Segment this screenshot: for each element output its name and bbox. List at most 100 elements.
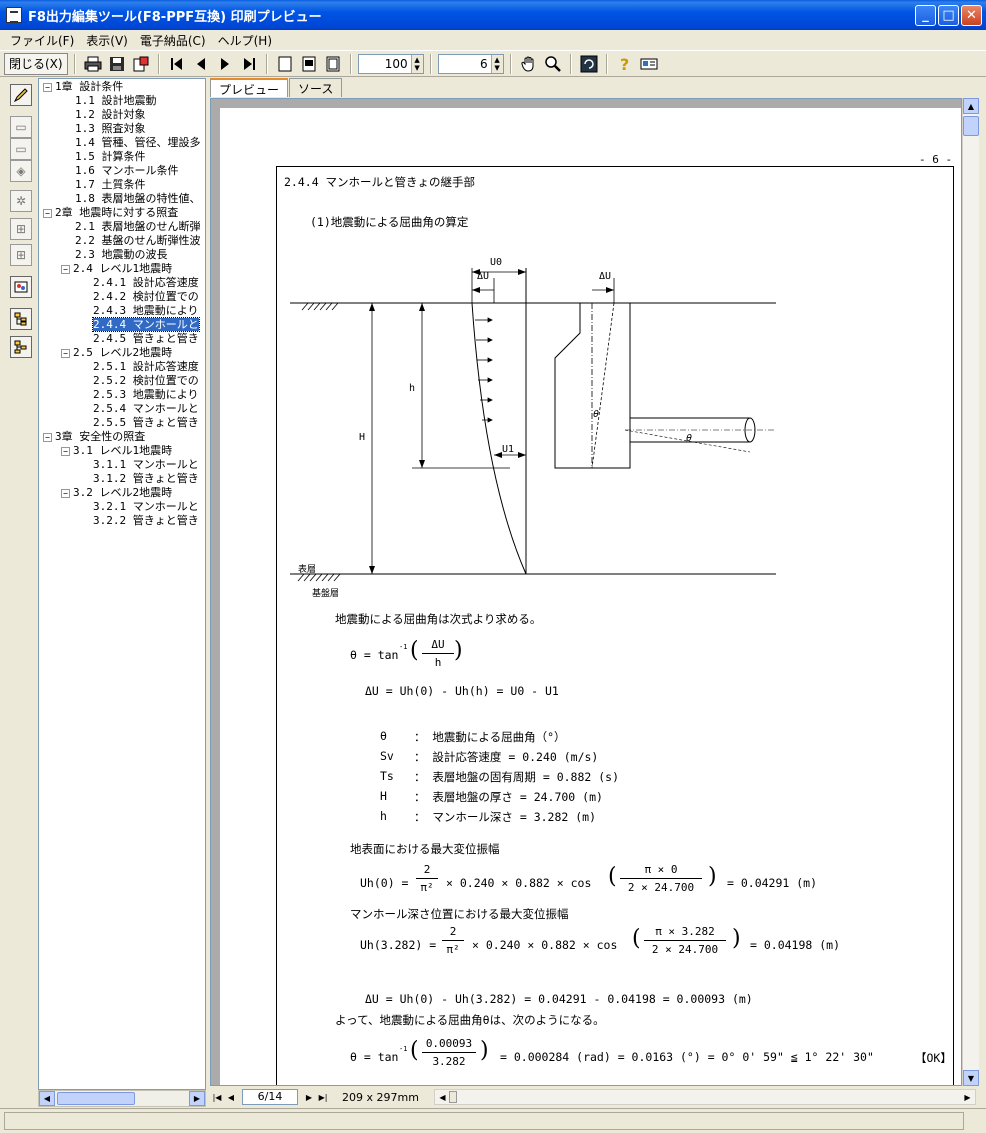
tree-item[interactable]: 1.5 計算条件: [75, 150, 146, 164]
tree-item[interactable]: 2.4.1 設計応答速度: [93, 276, 199, 290]
fit-page-icon[interactable]: [322, 53, 344, 75]
tree-item[interactable]: 1.1 設計地震動: [75, 94, 157, 108]
tree-item[interactable]: 3.1.2 管きょと管き: [93, 472, 199, 486]
page-indicator[interactable]: 6/14: [242, 1089, 298, 1105]
tree-item[interactable]: 1.4 管種、管径、埋設多: [75, 136, 201, 150]
scroll-up-icon[interactable]: ▲: [963, 98, 979, 114]
close-window-button[interactable]: ✕: [961, 5, 982, 26]
edit-tool-3-icon[interactable]: ◈: [10, 160, 32, 182]
save-icon[interactable]: [106, 53, 128, 75]
scroll-left-icon[interactable]: ◀: [435, 1090, 450, 1104]
tree-horizontal-scrollbar[interactable]: ◀ ▶: [38, 1090, 206, 1107]
info-icon[interactable]: [638, 53, 660, 75]
tree-item[interactable]: 1.8 表層地盤の特性値、: [75, 192, 201, 206]
tree-tool-2-icon[interactable]: [10, 336, 32, 358]
edit-tool-5-icon[interactable]: ⊞: [10, 218, 32, 240]
tree-item[interactable]: 2.5.1 設計応答速度: [93, 360, 199, 374]
pen-icon[interactable]: [10, 84, 32, 106]
scroll-right-icon[interactable]: ▶: [960, 1090, 975, 1104]
zoom-spinner[interactable]: 100 ▲ ▼: [357, 53, 424, 74]
collapse-icon[interactable]: −: [43, 208, 52, 218]
print-icon[interactable]: [82, 53, 104, 75]
edit-tool-1-icon[interactable]: ▭: [10, 116, 32, 138]
collapse-icon[interactable]: −: [61, 348, 70, 358]
last-page-icon[interactable]: [238, 53, 260, 75]
tree-tool-1-icon[interactable]: [10, 308, 32, 330]
tree-item[interactable]: 2.5.3 地震動により: [93, 388, 199, 402]
spin-arrows-icon[interactable]: ▲ ▼: [410, 54, 423, 73]
scroll-thumb[interactable]: [449, 1091, 457, 1103]
menu-file[interactable]: ファイル(F): [4, 32, 80, 49]
nav-first-icon[interactable]: |◀: [210, 1093, 224, 1102]
tree-item[interactable]: 1.2 設計対象: [75, 108, 146, 122]
tree-item[interactable]: −3.2 レベル2地震時: [61, 486, 172, 500]
color-tool-icon[interactable]: [10, 276, 32, 298]
nav-next-icon[interactable]: ▶: [302, 1093, 316, 1102]
tree-item[interactable]: 2.5.5 管きょと管き: [93, 416, 199, 430]
tree-item[interactable]: 2.5.4 マンホールと: [93, 402, 199, 416]
collapse-icon[interactable]: −: [43, 432, 52, 442]
tree-item[interactable]: 2.5.2 検討位置での: [93, 374, 199, 388]
collapse-icon[interactable]: −: [61, 488, 70, 498]
nav-last-icon[interactable]: ▶|: [316, 1093, 330, 1102]
collapse-icon[interactable]: −: [43, 82, 52, 92]
collapse-icon[interactable]: −: [61, 264, 70, 274]
tree-item[interactable]: −2.4 レベル1地震時: [61, 262, 172, 276]
fit-width-icon[interactable]: [298, 53, 320, 75]
tree-item[interactable]: 2.1 表層地盤のせん断弾: [75, 220, 201, 234]
tree-item[interactable]: 2.4.4 マンホールと: [92, 317, 200, 332]
tree-item[interactable]: 2.3 地震動の波長: [75, 248, 168, 262]
scroll-thumb[interactable]: [963, 116, 979, 136]
collapse-icon[interactable]: −: [61, 446, 70, 456]
zoom-value[interactable]: 100: [359, 57, 411, 71]
tree-item[interactable]: 2.2 基盤のせん断弾性波: [75, 234, 201, 248]
preview-vertical-scrollbar[interactable]: ▲ ▼: [962, 98, 979, 1086]
tree-item[interactable]: 3.2.1 マンホールと: [93, 500, 199, 514]
first-page-icon[interactable]: [166, 53, 188, 75]
help-icon[interactable]: ?: [614, 53, 636, 75]
tree-item[interactable]: 2.4.3 地震動により: [93, 304, 199, 318]
scroll-left-icon[interactable]: ◀: [39, 1091, 55, 1106]
preview-horizontal-scrollbar[interactable]: ◀ ▶: [434, 1089, 976, 1105]
tree-item[interactable]: 1.7 土質条件: [75, 178, 146, 192]
maximize-button[interactable]: □: [938, 5, 959, 26]
page-spinner[interactable]: 6 ▲ ▼: [437, 53, 504, 74]
tree-item[interactable]: −3章 安全性の照査: [43, 430, 145, 444]
uh0-two-over-pi2: 2 π²: [416, 863, 438, 894]
page-spin-value[interactable]: 6: [439, 57, 491, 71]
preview-pane[interactable]: - 6 - 2.4.4 マンホールと管きょの継手部 (1)地震動による屈曲角の算…: [210, 98, 962, 1086]
magnifier-icon[interactable]: [542, 53, 564, 75]
tree-item[interactable]: −3.1 レベル1地震時: [61, 444, 172, 458]
tree-item[interactable]: 1.3 照査対象: [75, 122, 146, 136]
edit-tool-6-icon[interactable]: ⊞: [10, 244, 32, 266]
scroll-down-icon[interactable]: ▼: [963, 1070, 979, 1086]
scroll-right-icon[interactable]: ▶: [189, 1091, 205, 1106]
menu-help[interactable]: ヘルプ(H): [212, 32, 278, 49]
refresh-icon[interactable]: [578, 53, 600, 75]
tree-item[interactable]: 3.2.2 管きょと管き: [93, 514, 199, 528]
tree-item[interactable]: −1章 設計条件: [43, 80, 123, 94]
tree-item[interactable]: 3.1.1 マンホールと: [93, 458, 199, 472]
spin-arrows-icon[interactable]: ▲ ▼: [490, 54, 503, 73]
minimize-button[interactable]: _: [915, 5, 936, 26]
menu-view[interactable]: 表示(V): [80, 32, 134, 49]
scroll-thumb[interactable]: [57, 1092, 135, 1105]
next-page-icon[interactable]: [214, 53, 236, 75]
tree-item[interactable]: 2.4.2 検討位置での: [93, 290, 199, 304]
tree-item[interactable]: −2.5 レベル2地震時: [61, 346, 172, 360]
tab-source[interactable]: ソース: [289, 78, 343, 97]
hand-icon[interactable]: [518, 53, 540, 75]
menu-edelivery[interactable]: 電子納品(C): [134, 32, 212, 49]
tab-preview[interactable]: プレビュー: [210, 78, 289, 97]
prev-page-icon[interactable]: [190, 53, 212, 75]
single-page-icon[interactable]: [274, 53, 296, 75]
export-icon[interactable]: [130, 53, 152, 75]
tree-item[interactable]: −2章 地震時に対する照査: [43, 206, 178, 220]
close-preview-button[interactable]: 閉じる(X): [4, 52, 68, 75]
nav-prev-icon[interactable]: ◀: [224, 1093, 238, 1102]
edit-tool-4-icon[interactable]: ✲: [10, 190, 32, 212]
outline-tree[interactable]: −1章 設計条件 1.1 設計地震動 1.2 設計対象 1.3 照査対象 1.4 管種、…: [38, 78, 206, 1090]
edit-tool-2-icon[interactable]: ▭: [10, 138, 32, 160]
tree-item[interactable]: 1.6 マンホール条件: [75, 164, 179, 178]
tree-item[interactable]: 2.4.5 管きょと管き: [93, 332, 199, 346]
